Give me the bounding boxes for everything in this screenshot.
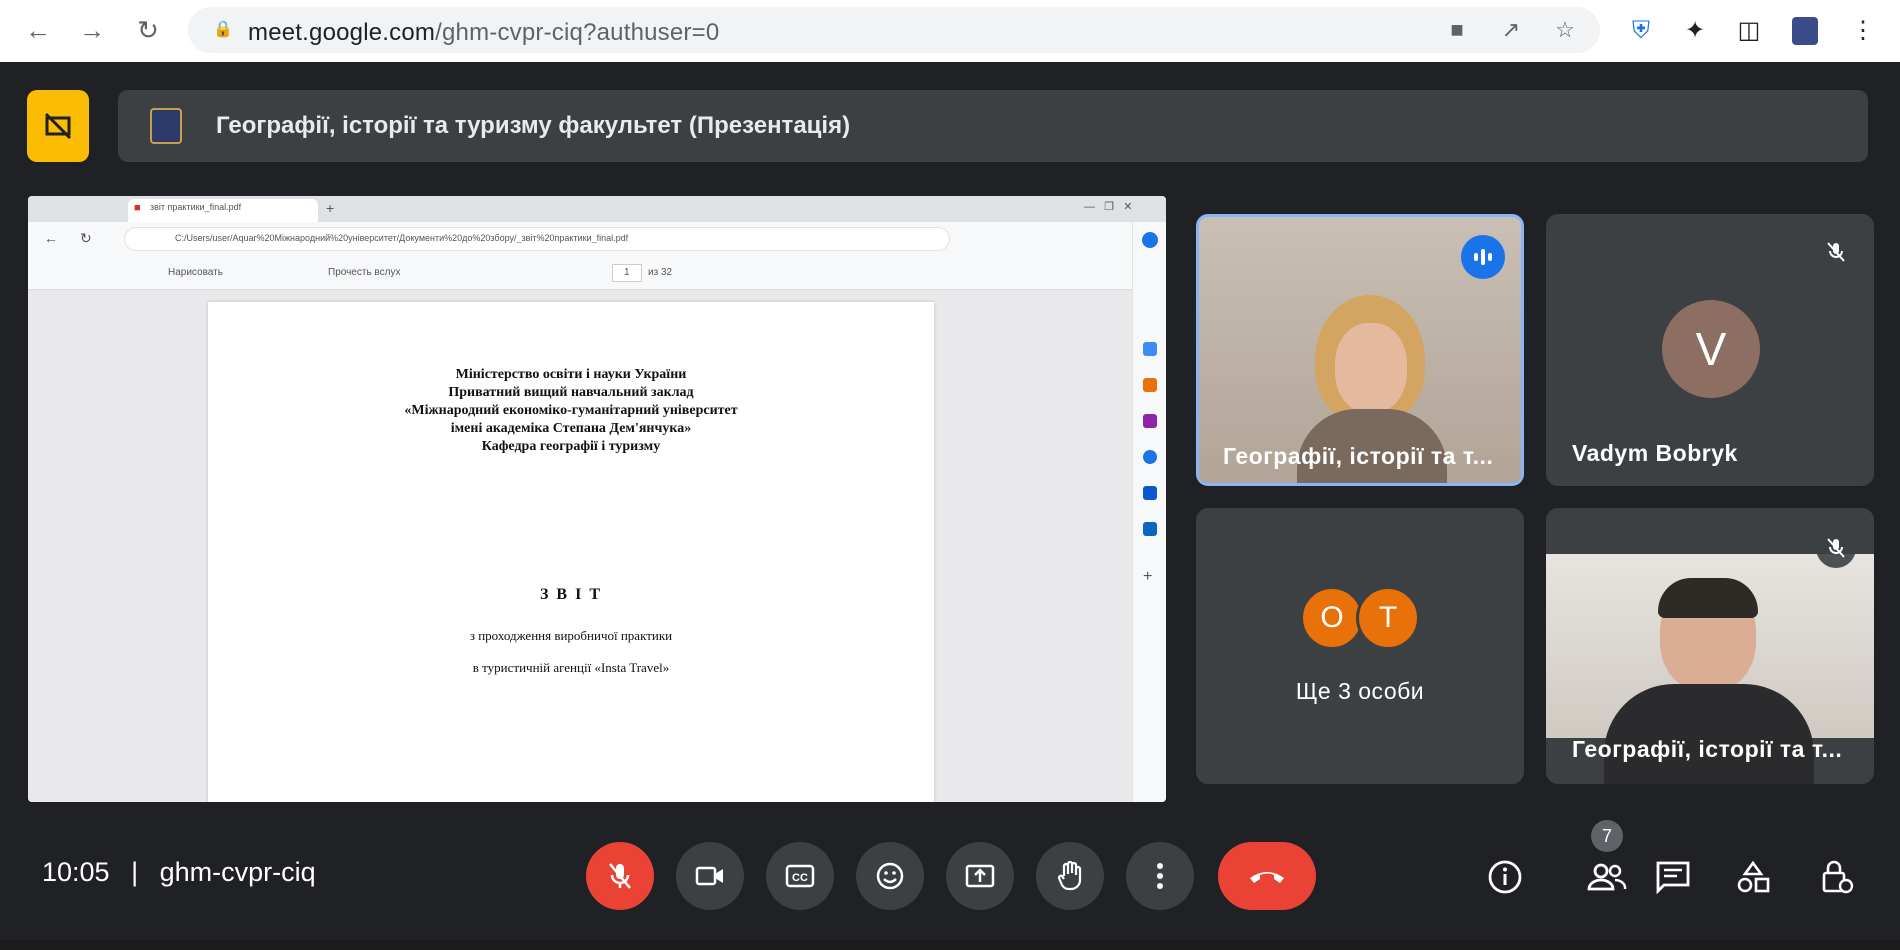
shield-extension-icon[interactable]: ⛨ [1624,14,1658,48]
doc-header-line: Кафедра географії і туризму [481,439,661,454]
participant-hair [1658,578,1758,618]
lock-icon[interactable]: 🔒 [210,17,236,43]
doc-subtitle: з проходження виробничої практики [469,628,673,643]
captions-button[interactable]: CC [766,842,834,910]
info-icon [1488,860,1522,894]
new-tab-icon: + [326,200,335,216]
videocam-icon [695,866,723,886]
shared-browser-tabbar: ■ звіт практики_final.pdf + — ❐ ✕ [28,196,1166,222]
presenting-icon[interactable] [27,90,89,162]
kebab-menu-icon[interactable]: ⋮ [1846,14,1880,48]
shared-tab-title: звіт практики_final.pdf [150,202,242,212]
host-controls-button[interactable] [1812,852,1862,902]
pdf-icon: ■ [134,202,141,214]
participant-body [1604,684,1814,784]
doc-title: З В І Т [539,586,602,603]
shared-address-bar: ← ↻ C:/Users/user/Aquar%20Міжнародний%20… [28,222,1166,256]
shared-sidebar: + [1132,222,1166,802]
meeting-time: 10:05 [42,857,110,887]
address-bar[interactable]: 🔒 meet.google.com/ghm-cvpr-ciq?authuser=… [188,7,1600,53]
camera-toggle-button[interactable] [676,842,744,910]
os-taskbar [0,940,1900,950]
others-tile[interactable]: O T Ще 3 особи [1196,508,1524,784]
reload-icon[interactable]: ↻ [130,12,166,48]
avatar: V [1662,300,1760,398]
url-path: /ghm-cvpr-ciq?authuser=0 [435,19,720,46]
avatar: T [1356,586,1420,650]
host-controls-icon [1822,860,1854,894]
doc-header-line: імені академіка Степана Дем'янчука» [450,421,692,436]
chat-icon [1656,861,1690,894]
meeting-info: 10:05 | ghm-cvpr-ciq [42,857,316,888]
pdf-toolbar: Нарисовать Прочесть вслух 1 из 32 [28,256,1132,290]
more-options-button[interactable] [1126,842,1194,910]
mic-off-icon [609,863,631,889]
doc-header-line: «Міжнародний економіко-гуманітарний унів… [404,403,738,418]
participant-name: Географії, історії та т... [1223,443,1494,469]
star-icon[interactable]: ☆ [1552,17,1578,43]
participant-face [1335,323,1407,413]
present-icon [965,864,995,888]
side-panel-icon[interactable]: ◫ [1732,14,1766,48]
profile-icon[interactable] [1788,14,1822,48]
doc-header-line: Приватний вищий навчальний заклад [448,385,694,400]
people-button[interactable] [1582,852,1632,902]
share-icon[interactable]: ↗ [1498,17,1524,43]
shared-url: C:/Users/user/Aquar%20Міжнародний%20унів… [175,233,629,243]
draw-label: Нарисовать [168,267,223,278]
activities-icon [1737,860,1770,893]
separator: | [131,857,139,887]
avatar: O [1300,586,1364,650]
university-logo [150,108,182,144]
emoji-button[interactable] [856,842,924,910]
doc-subtitle: в туристичній агенції «Insta Travel» [472,660,670,675]
participant-tile-speaker[interactable]: Географії, історії та т... [1196,214,1524,486]
participant-name: Vadym Bobryk [1572,440,1738,466]
shared-screen: ■ звіт практики_final.pdf + — ❐ ✕ ← ↻ C:… [28,196,1166,802]
svg-text:CC: CC [792,872,808,884]
raise-hand-button[interactable] [1036,842,1104,910]
read-aloud-label: Прочесть вслух [328,267,401,278]
camera-blocked-icon[interactable]: ■ [1444,17,1470,43]
participant-count-badge: 7 [1591,820,1623,852]
hangup-icon [1250,872,1284,883]
activities-button[interactable] [1728,852,1778,902]
forward-icon[interactable]: → [74,12,110,48]
doc-header: Міністерство освіти і науки України Прив… [208,366,934,456]
page-number: 1 [624,267,630,278]
participant-tile[interactable]: V Vadym Bobryk [1546,214,1874,486]
url-text[interactable]: meet.google.com/ghm-cvpr-ciq?authuser=0 [248,19,719,47]
window-controls: — ❐ ✕ [1084,201,1133,213]
more-options-icon [1157,863,1163,889]
meeting-details-button[interactable] [1480,852,1530,902]
captions-icon: CC [785,864,815,888]
people-icon [1587,863,1627,891]
mic-off-icon [1816,232,1856,272]
puzzle-icon[interactable]: ✦ [1678,14,1712,48]
chat-button[interactable] [1648,852,1698,902]
others-count-label: Ще 3 особи [1295,678,1425,704]
present-button[interactable] [946,842,1014,910]
pdf-page: Міністерство освіти і науки України Прив… [208,302,934,802]
back-icon[interactable]: ← [20,12,56,48]
emoji-icon [876,862,904,890]
presentation-title: Географії, історії та туризму факультет … [216,112,851,139]
leave-call-button[interactable] [1218,842,1316,910]
participant-name: Географії, історії та т... [1572,736,1843,762]
doc-header-line: Міністерство освіти і науки України [455,367,687,382]
mic-toggle-button[interactable] [586,842,654,910]
presentation-title-bar: Географії, історії та туризму факультет … [118,90,1868,162]
browser-toolbar: ← → ↻ 🔒 meet.google.com/ghm-cvpr-ciq?aut… [0,0,1900,62]
participant-tile[interactable]: Географії, історії та т... [1546,508,1874,784]
mic-off-icon [1816,528,1856,568]
raise-hand-icon [1057,860,1082,891]
audio-level-icon [1461,235,1505,279]
page-count: из 32 [648,267,673,278]
url-host: meet.google.com [248,19,436,46]
meeting-code: ghm-cvpr-ciq [159,857,316,887]
